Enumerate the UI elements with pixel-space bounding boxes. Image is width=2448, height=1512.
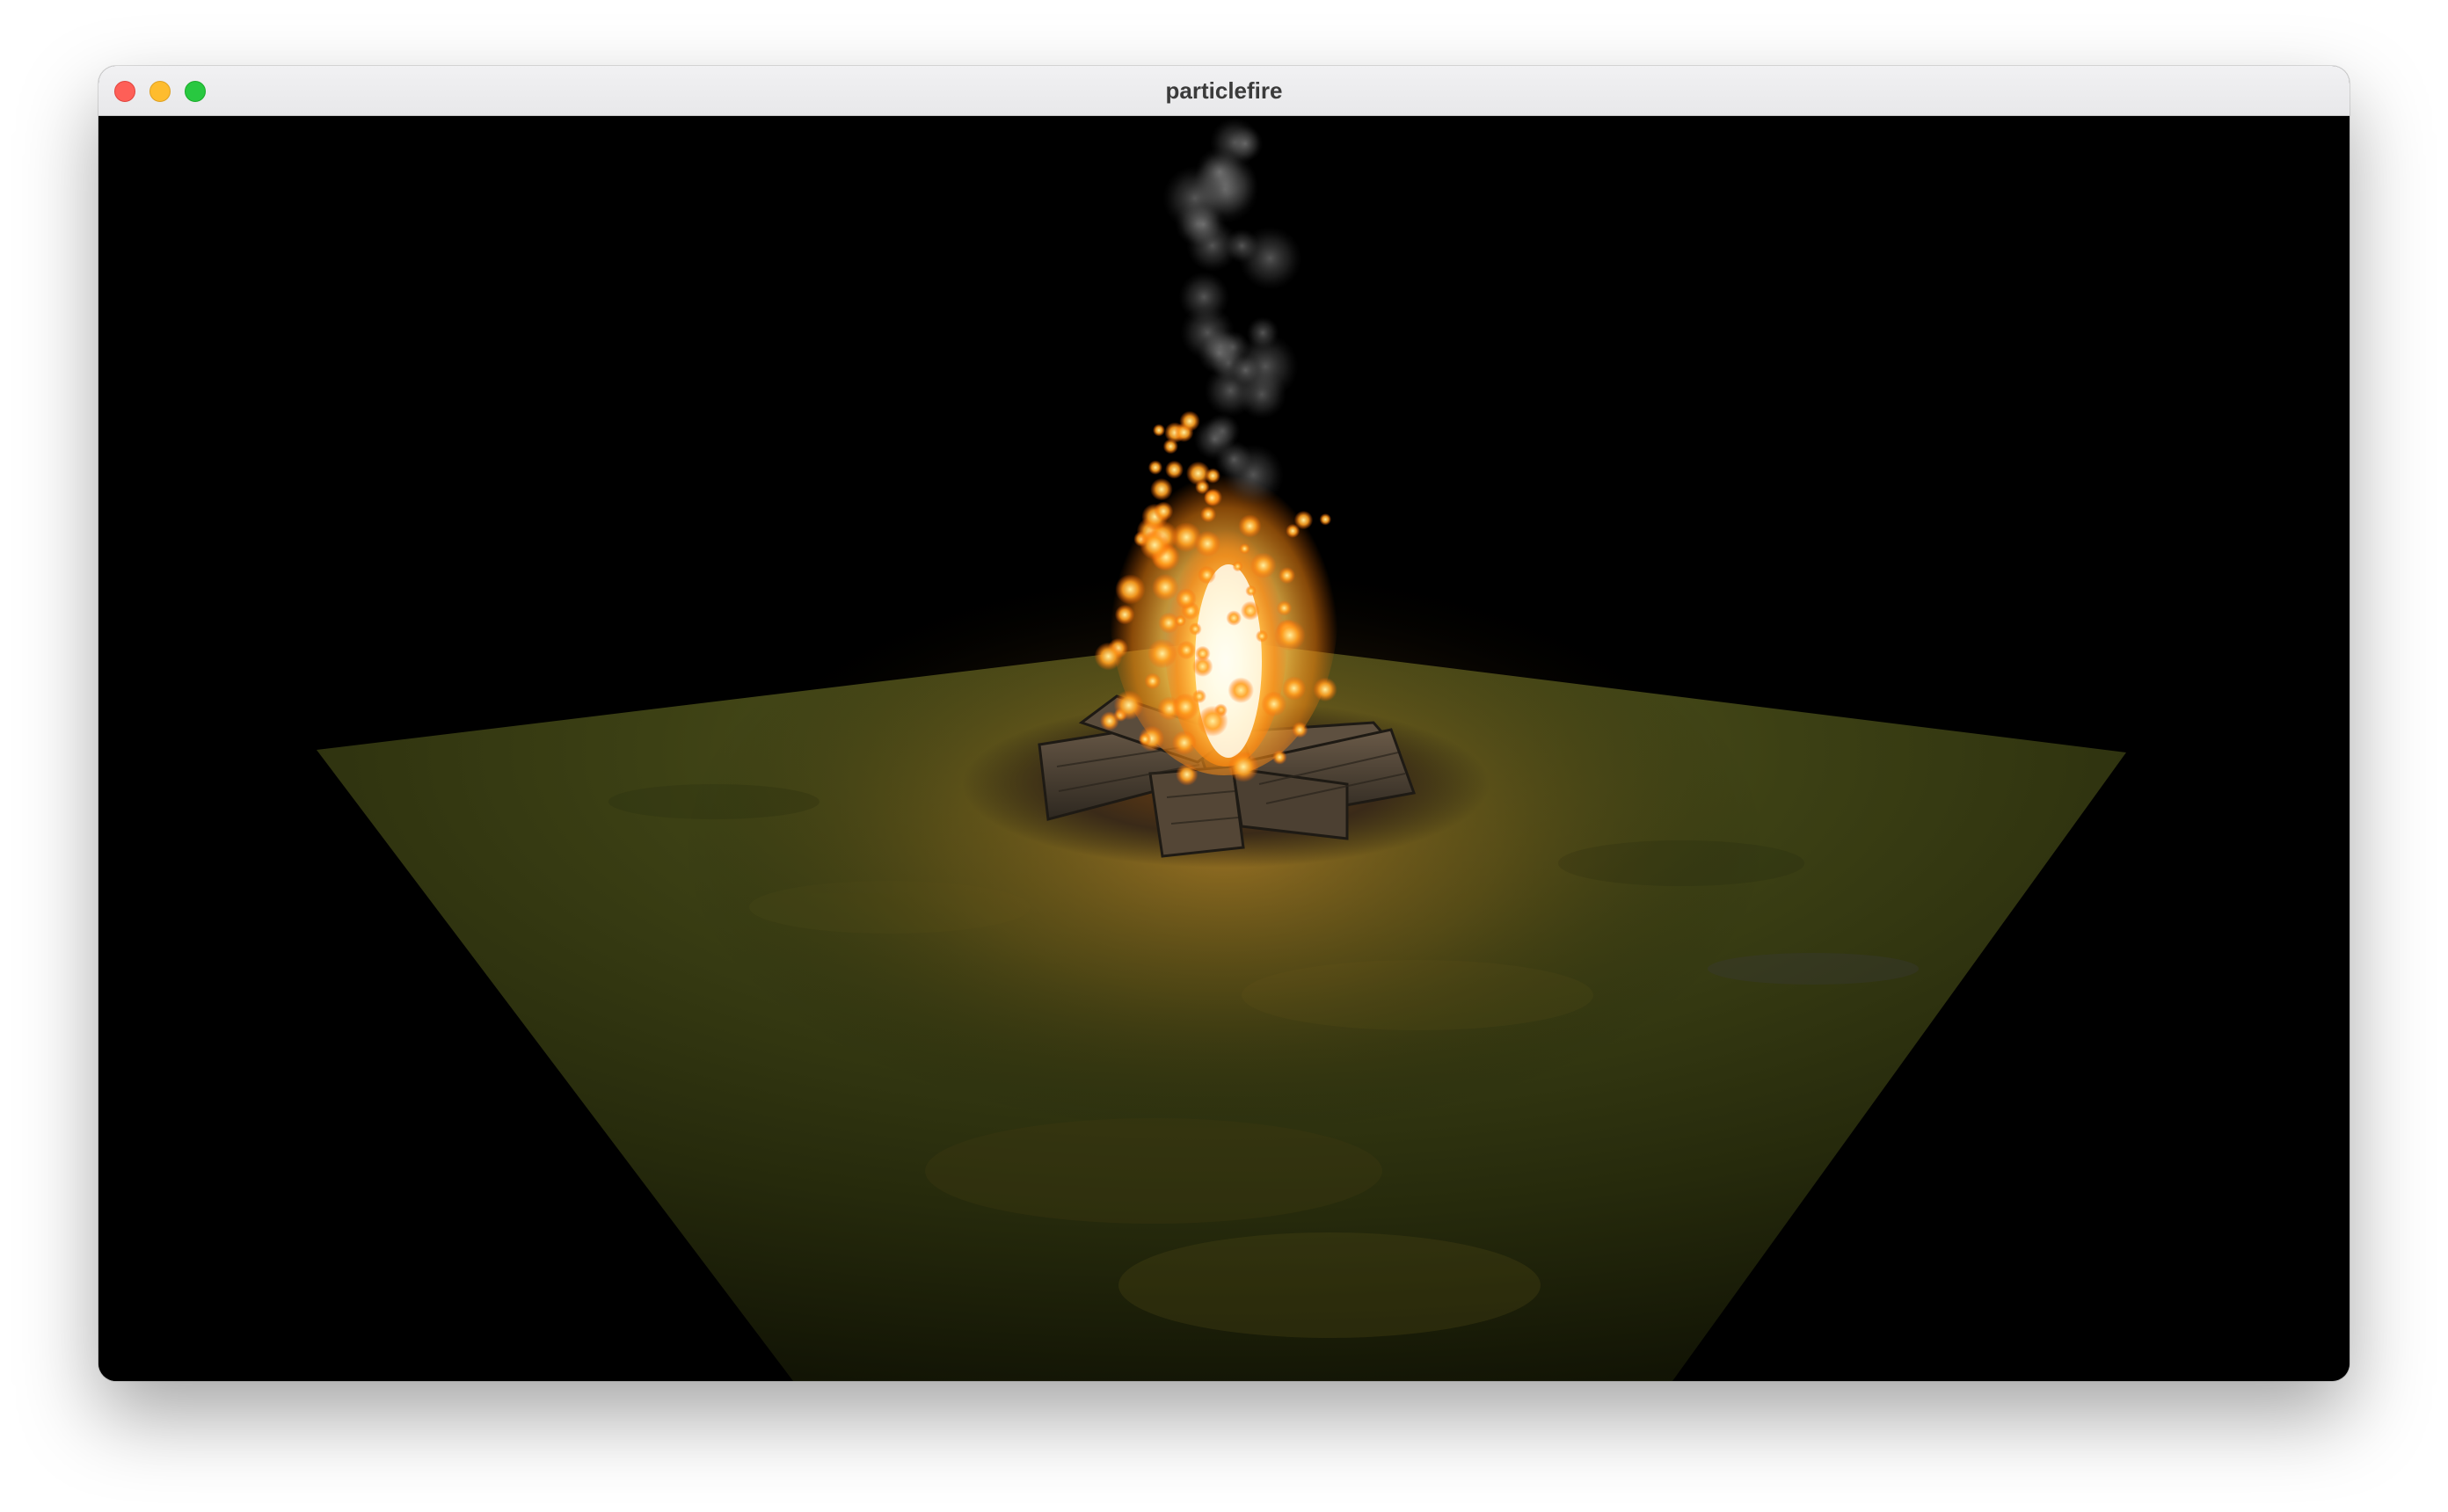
ember-sprite (1292, 722, 1308, 738)
title-bar[interactable]: particlefire (98, 66, 2350, 116)
window-title: particlefire (1165, 77, 1283, 104)
smoke-sprite (1229, 353, 1262, 387)
ember-sprite (1152, 573, 1179, 601)
ember-sprite (1276, 600, 1293, 616)
ember-sprite (1150, 477, 1173, 501)
ember-sprite (1138, 732, 1152, 746)
ember-sprite (1113, 690, 1144, 721)
ember-sprite (1238, 514, 1262, 538)
ember-sprite (1194, 530, 1221, 557)
ember-sprite (1319, 513, 1332, 526)
app-window: particlefire (98, 66, 2350, 1381)
ember-sprite (1250, 552, 1277, 579)
ember-sprite (1191, 656, 1213, 677)
ember-sprite (1176, 763, 1198, 786)
ember-sprite (1255, 629, 1269, 643)
ember-sprite (1281, 676, 1307, 701)
ember-sprite (1140, 530, 1169, 560)
ember-sprite (1165, 460, 1184, 479)
ember-sprite (1162, 439, 1178, 454)
ember-sprite (1226, 610, 1242, 626)
ember-sprite (1228, 751, 1259, 782)
ember-sprite (1114, 604, 1135, 625)
ember-sprite (1175, 614, 1186, 627)
ember-sprite (1313, 677, 1337, 701)
ember-sprite (1152, 424, 1166, 437)
ember-sprite (1099, 711, 1119, 731)
ember-sprite (1197, 705, 1228, 737)
ember-sprite (1189, 622, 1202, 636)
ember-sprite (1148, 460, 1163, 475)
ember-sprite (1171, 730, 1197, 756)
smoke-particles (1162, 118, 1302, 505)
ember-sprite (1274, 619, 1306, 651)
ember-sprite (1144, 672, 1162, 690)
ember-sprite (1192, 689, 1206, 704)
log-front (1148, 765, 1245, 858)
ember-sprite (1198, 565, 1216, 585)
ember-sprite (1175, 588, 1197, 609)
ember-sprite (1179, 411, 1200, 432)
smoke-sprite (1246, 316, 1279, 349)
ember-sprite (1154, 501, 1174, 521)
ember-sprite (1272, 750, 1287, 765)
ember-sprite (1115, 574, 1146, 605)
ember-sprite (1094, 642, 1123, 671)
ember-sprite (1245, 585, 1257, 597)
ember-sprite (1228, 677, 1254, 703)
smoke-sprite (1224, 229, 1259, 264)
ember-sprite (1286, 523, 1300, 538)
ember-sprite (1232, 561, 1243, 572)
ember-sprite (1261, 691, 1287, 717)
ember-sprite (1239, 542, 1250, 555)
smoke-sprite (1181, 202, 1226, 247)
ember-sprite (1278, 567, 1296, 585)
smoke-sprite (1215, 440, 1253, 478)
ember-sprite (1195, 479, 1210, 495)
ember-sprite (1200, 506, 1217, 523)
render-viewport[interactable] (98, 116, 2350, 1381)
ember-sprite (1177, 640, 1197, 660)
ember-sprite (1240, 600, 1260, 621)
ember-sprite (1205, 468, 1221, 483)
ember-sprite (1147, 638, 1177, 669)
